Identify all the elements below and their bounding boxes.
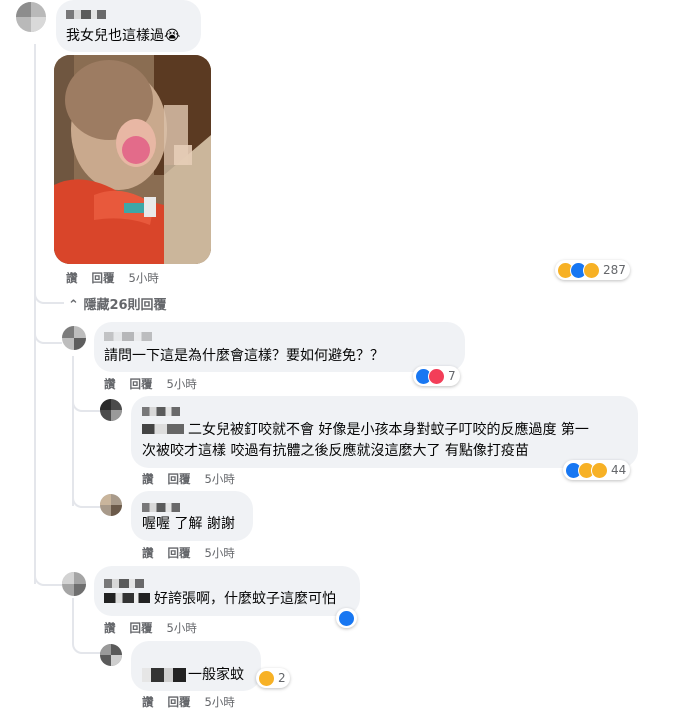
like-button[interactable]: 讚 <box>104 376 116 392</box>
thread-elbow-reply1 <box>34 300 62 344</box>
reaction-summary[interactable]: 7 <box>413 366 460 386</box>
reaction-summary[interactable]: 44 <box>563 460 631 480</box>
love-icon <box>428 367 445 385</box>
wow-icon <box>591 461 608 479</box>
like-button[interactable]: 讚 <box>142 694 154 710</box>
sad-icon <box>583 261 600 279</box>
author-name[interactable] <box>104 579 144 588</box>
like-button[interactable]: 讚 <box>142 471 154 487</box>
reply-button[interactable]: 回覆 <box>168 545 191 561</box>
reaction-count: 44 <box>611 463 627 477</box>
comment-actions: 讚 回覆 5小時 <box>142 545 235 561</box>
child-photo-image <box>54 55 211 264</box>
comment-actions: 讚 回覆 5小時 <box>104 620 197 636</box>
timestamp[interactable]: 5小時 <box>129 270 159 286</box>
reply-button[interactable]: 回覆 <box>130 620 153 636</box>
comment-photo[interactable] <box>54 55 211 264</box>
thread-elbow-reply2 <box>34 560 62 586</box>
author-name[interactable] <box>142 503 180 512</box>
thread-elbow-reply1a <box>72 392 102 412</box>
reaction-summary[interactable]: 2 <box>256 668 290 688</box>
author-name[interactable] <box>104 332 152 341</box>
crying-emoji: 😭 <box>164 28 181 44</box>
timestamp[interactable]: 5小時 <box>167 376 197 392</box>
comment-actions: 讚 回覆 5小時 <box>142 471 235 487</box>
comment-text-line: 二女兒被釘咬就不會 好像是小孩本身對蚊子叮咬的反應過度 第一 <box>142 420 589 441</box>
reaction-count: 7 <box>448 369 456 383</box>
timestamp[interactable]: 5小時 <box>205 694 235 710</box>
wow-icon <box>258 669 275 687</box>
comment-text-line: 一般家蚊 <box>142 665 244 686</box>
author-name[interactable] <box>142 407 180 416</box>
like-icon <box>338 609 355 627</box>
comment-text: 喔喔 了解 謝謝 <box>142 516 235 532</box>
timestamp[interactable]: 5小時 <box>205 471 235 487</box>
avatar[interactable] <box>100 399 122 421</box>
reaction-count: 287 <box>603 263 626 277</box>
hide-replies-button[interactable]: ⌃ 隱藏26則回覆 <box>68 294 167 313</box>
comment-actions: 讚 回覆 5小時 <box>66 270 159 286</box>
thread-elbow-reply2a <box>72 632 102 654</box>
reaction-summary[interactable] <box>336 608 357 628</box>
like-button[interactable]: 讚 <box>104 620 116 636</box>
reply-button[interactable]: 回覆 <box>130 376 153 392</box>
thread-elbow-reply1b <box>72 488 102 508</box>
timestamp[interactable]: 5小時 <box>167 620 197 636</box>
comment-actions: 讚 回覆 5小時 <box>142 694 235 710</box>
like-button[interactable]: 讚 <box>142 545 154 561</box>
thread-line-reply1 <box>72 356 74 506</box>
reply-button[interactable]: 回覆 <box>168 694 191 710</box>
comment-actions: 讚 回覆 5小時 <box>104 376 197 392</box>
comment-text: 請問一下這是為什麼會這樣？要如何避免？？ <box>104 348 384 364</box>
avatar[interactable] <box>100 494 122 516</box>
avatar[interactable] <box>100 644 122 666</box>
reaction-count: 2 <box>278 671 286 685</box>
like-button[interactable]: 讚 <box>66 270 78 286</box>
chevron-up-icon: ⌃ <box>68 298 79 313</box>
avatar[interactable] <box>62 326 86 350</box>
reply-button[interactable]: 回覆 <box>168 471 191 487</box>
comments-page: 我女兒也這樣過😭 讚 回覆 5小時 287 ⌃ 隱藏26則回覆 請問一下這是為什… <box>0 0 681 711</box>
comment-text: 我女兒也這樣過😭 <box>66 28 181 44</box>
author-name[interactable] <box>66 10 106 19</box>
avatar[interactable] <box>62 572 86 596</box>
comment-text-line: 好誇張啊，什麼蚊子這麼可怕 <box>104 589 336 610</box>
reaction-summary[interactable]: 287 <box>555 260 630 280</box>
reply-button[interactable]: 回覆 <box>92 270 115 286</box>
comment-text-line: 次被咬才這樣 咬過有抗體之後反應就沒這麼大了 有點像打疫苗 <box>142 443 529 459</box>
avatar[interactable] <box>16 2 46 32</box>
timestamp[interactable]: 5小時 <box>205 545 235 561</box>
